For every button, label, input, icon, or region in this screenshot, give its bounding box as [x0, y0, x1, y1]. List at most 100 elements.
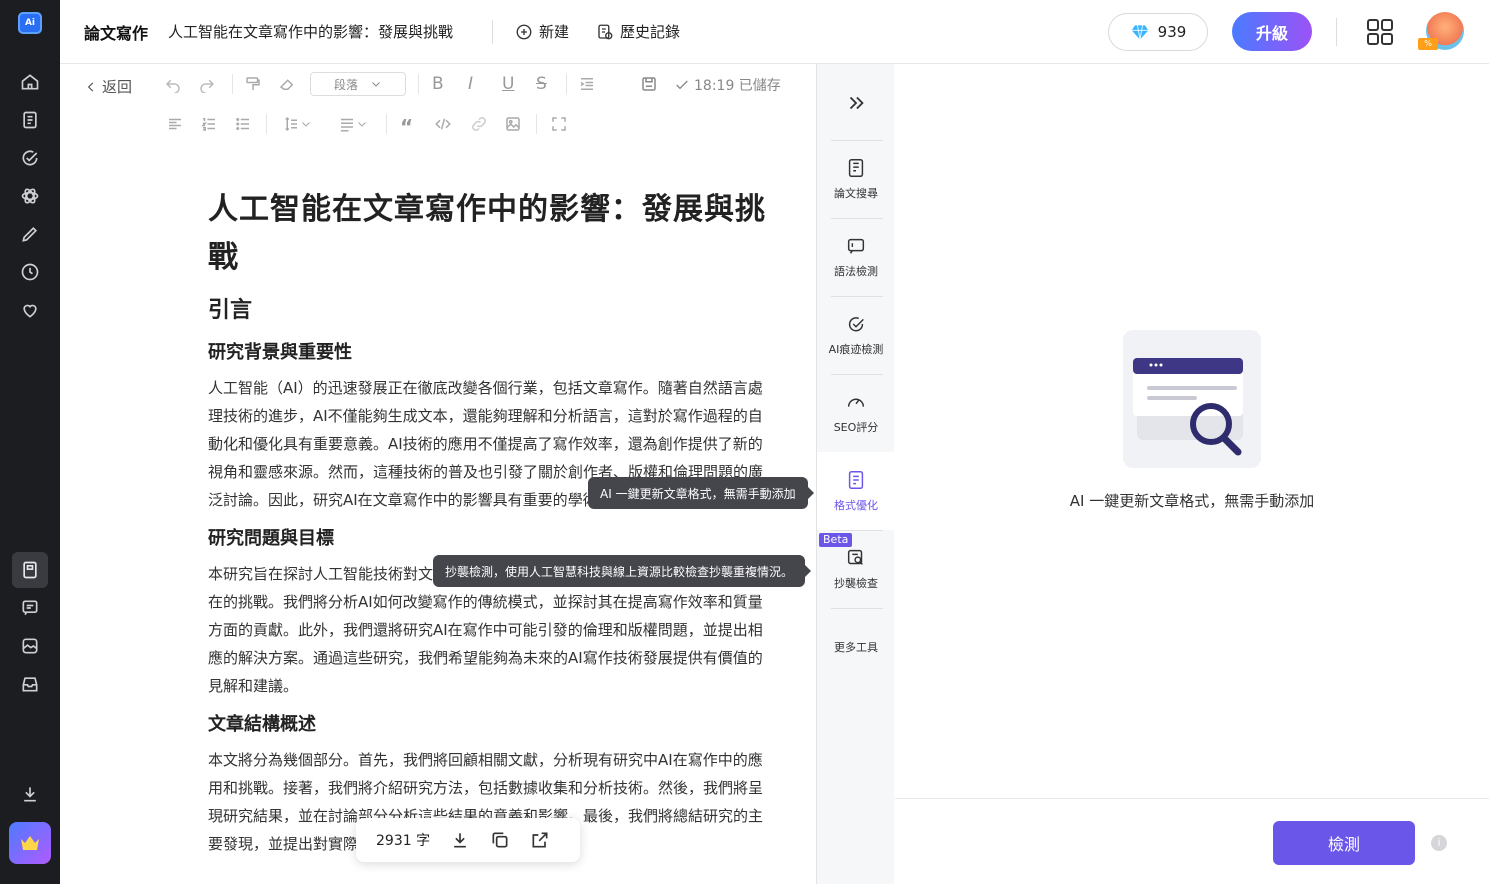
format-painter-icon[interactable]	[244, 75, 262, 93]
new-label: 新建	[539, 23, 570, 41]
upgrade-button[interactable]: 升級	[1232, 12, 1312, 51]
back-button[interactable]: 返回	[84, 76, 132, 97]
history-label: 歷史記錄	[620, 23, 681, 41]
save-icon[interactable]	[640, 75, 658, 93]
format-panel: AI 一鍵更新文章格式，無需手動添加 檢測 i	[895, 64, 1489, 884]
redo-icon[interactable]	[198, 75, 216, 93]
chevron-down-icon	[372, 82, 380, 87]
history-icon[interactable]	[18, 260, 42, 284]
tools-rail: 論文搜尋 語法檢測 AI痕迹檢測 SEO評分 格式優化 抄襲檢查 Beta 更多…	[816, 64, 895, 884]
history-doc-icon	[598, 24, 613, 39]
toolbar-divider	[386, 114, 387, 134]
fullscreen-icon[interactable]	[550, 115, 568, 133]
check-circle-icon[interactable]	[18, 146, 42, 170]
section-heading[interactable]: 引言	[208, 294, 773, 328]
document-heading[interactable]: 人工智能在文章寫作中的影響：發展與挑戰	[208, 186, 773, 282]
pencil-icon[interactable]	[18, 222, 42, 246]
chat-icon[interactable]	[18, 596, 42, 620]
underline-icon[interactable]: U	[502, 74, 514, 94]
ai-detect-icon	[848, 317, 864, 332]
word-count: 2931 字	[376, 833, 431, 849]
double-chevron-right-icon[interactable]	[845, 92, 867, 114]
line-height-icon[interactable]	[282, 115, 312, 133]
undo-icon[interactable]	[164, 75, 182, 93]
credits-badge[interactable]: 939	[1108, 13, 1208, 51]
chevron-left-icon	[87, 82, 94, 91]
tool-label: 抄襲檢查	[834, 577, 878, 590]
crown-icon[interactable]	[9, 822, 51, 864]
header-divider	[492, 20, 493, 44]
beta-badge: Beta	[819, 533, 853, 547]
left-sidebar: Ai	[0, 0, 60, 884]
grammar-check-icon	[847, 238, 865, 254]
tool-seo-score[interactable]: SEO評分	[817, 374, 895, 452]
paragraph-select[interactable]: 段落	[310, 72, 406, 96]
bold-icon[interactable]: B	[432, 74, 444, 94]
document-icon[interactable]	[18, 108, 42, 132]
rail-divider	[831, 608, 883, 609]
toolbar-divider	[418, 74, 419, 94]
checkmark-icon	[676, 80, 688, 90]
panel-footer: 檢測 i	[895, 798, 1489, 884]
more-tools-button[interactable]: 更多工具	[817, 612, 895, 682]
indent-icon[interactable]	[578, 75, 596, 93]
plagiarism-icon	[847, 549, 863, 565]
italic-icon[interactable]: I	[468, 74, 473, 94]
share-icon[interactable]	[530, 830, 550, 850]
home-icon[interactable]	[18, 70, 42, 94]
toolbar-divider	[266, 114, 267, 134]
notebook-icon[interactable]	[18, 558, 42, 582]
app-logo[interactable]: Ai	[18, 12, 42, 34]
code-icon[interactable]	[434, 115, 452, 133]
toolbar-divider	[232, 74, 233, 94]
download-icon[interactable]	[18, 782, 42, 806]
tool-label: 格式優化	[834, 499, 878, 512]
strikethrough-icon[interactable]: S	[536, 74, 547, 94]
info-icon[interactable]: i	[1431, 835, 1447, 851]
ordered-list-icon[interactable]	[200, 115, 218, 133]
paragraph-select-value: 段落	[333, 77, 358, 92]
bullet-list-icon[interactable]	[234, 115, 252, 133]
tool-format-optimize[interactable]: 格式優化	[817, 452, 895, 530]
eraser-icon[interactable]	[278, 75, 296, 93]
inbox-icon[interactable]	[18, 672, 42, 696]
image-icon[interactable]	[18, 634, 42, 658]
toolbar-divider	[536, 114, 537, 134]
atom-icon[interactable]	[18, 184, 42, 208]
document-body[interactable]: 人工智能在文章寫作中的影響：發展與挑戰 引言 研究背景與重要性 人工智能（AI）…	[208, 186, 773, 868]
format-tooltip: AI 一鍵更新文章格式，無需手動添加	[588, 477, 814, 509]
back-label: 返回	[102, 78, 133, 96]
link-icon[interactable]	[470, 115, 488, 133]
bottom-action-bar: 2931 字	[356, 818, 580, 862]
credits-count: 939	[1157, 23, 1187, 41]
document-title[interactable]: 人工智能在文章寫作中的影響：發展與挑戰	[168, 21, 453, 42]
panel-description: AI 一鍵更新文章格式，無需手動添加	[1069, 492, 1315, 510]
saved-status: 18:19 已儲存	[674, 75, 781, 95]
subsection-heading[interactable]: 研究問題與目標	[208, 524, 773, 554]
plagiarism-tooltip: 抄襲檢測，使用人工智慧科技與線上資源比較檢查抄襲重複情況。	[433, 555, 812, 587]
header-divider-2	[1336, 18, 1337, 46]
paper-search-icon	[848, 159, 864, 177]
tool-paper-search[interactable]: 論文搜尋	[817, 140, 895, 218]
download-icon[interactable]	[450, 830, 470, 850]
heart-icon[interactable]	[18, 298, 42, 322]
tool-ai-detect[interactable]: AI痕迹檢測	[817, 296, 895, 374]
app-title: 論文寫作	[84, 24, 149, 43]
tool-grammar-check[interactable]: 語法檢測	[817, 218, 895, 296]
image-insert-icon[interactable]	[504, 115, 522, 133]
history-button[interactable]: 歷史記錄	[596, 21, 680, 42]
copy-icon[interactable]	[490, 830, 510, 850]
diamond-icon	[1131, 25, 1149, 40]
plus-circle-icon	[516, 24, 532, 39]
subsection-heading[interactable]: 研究背景與重要性	[208, 338, 773, 368]
editor-toolbar: 返回 段落 B I U S 18:19 已儲存 “	[60, 64, 816, 144]
saved-status-text: 18:19 已儲存	[694, 78, 781, 94]
quote-icon[interactable]: “	[400, 115, 413, 139]
apps-grid-icon[interactable]	[1366, 18, 1394, 46]
discount-badge: %	[1418, 38, 1438, 50]
align-left-icon[interactable]	[166, 115, 184, 133]
detect-button[interactable]: 檢測	[1273, 821, 1415, 865]
new-button[interactable]: 新建	[515, 21, 569, 42]
subsection-heading[interactable]: 文章結構概述	[208, 710, 773, 740]
text-align-icon[interactable]	[338, 115, 368, 133]
